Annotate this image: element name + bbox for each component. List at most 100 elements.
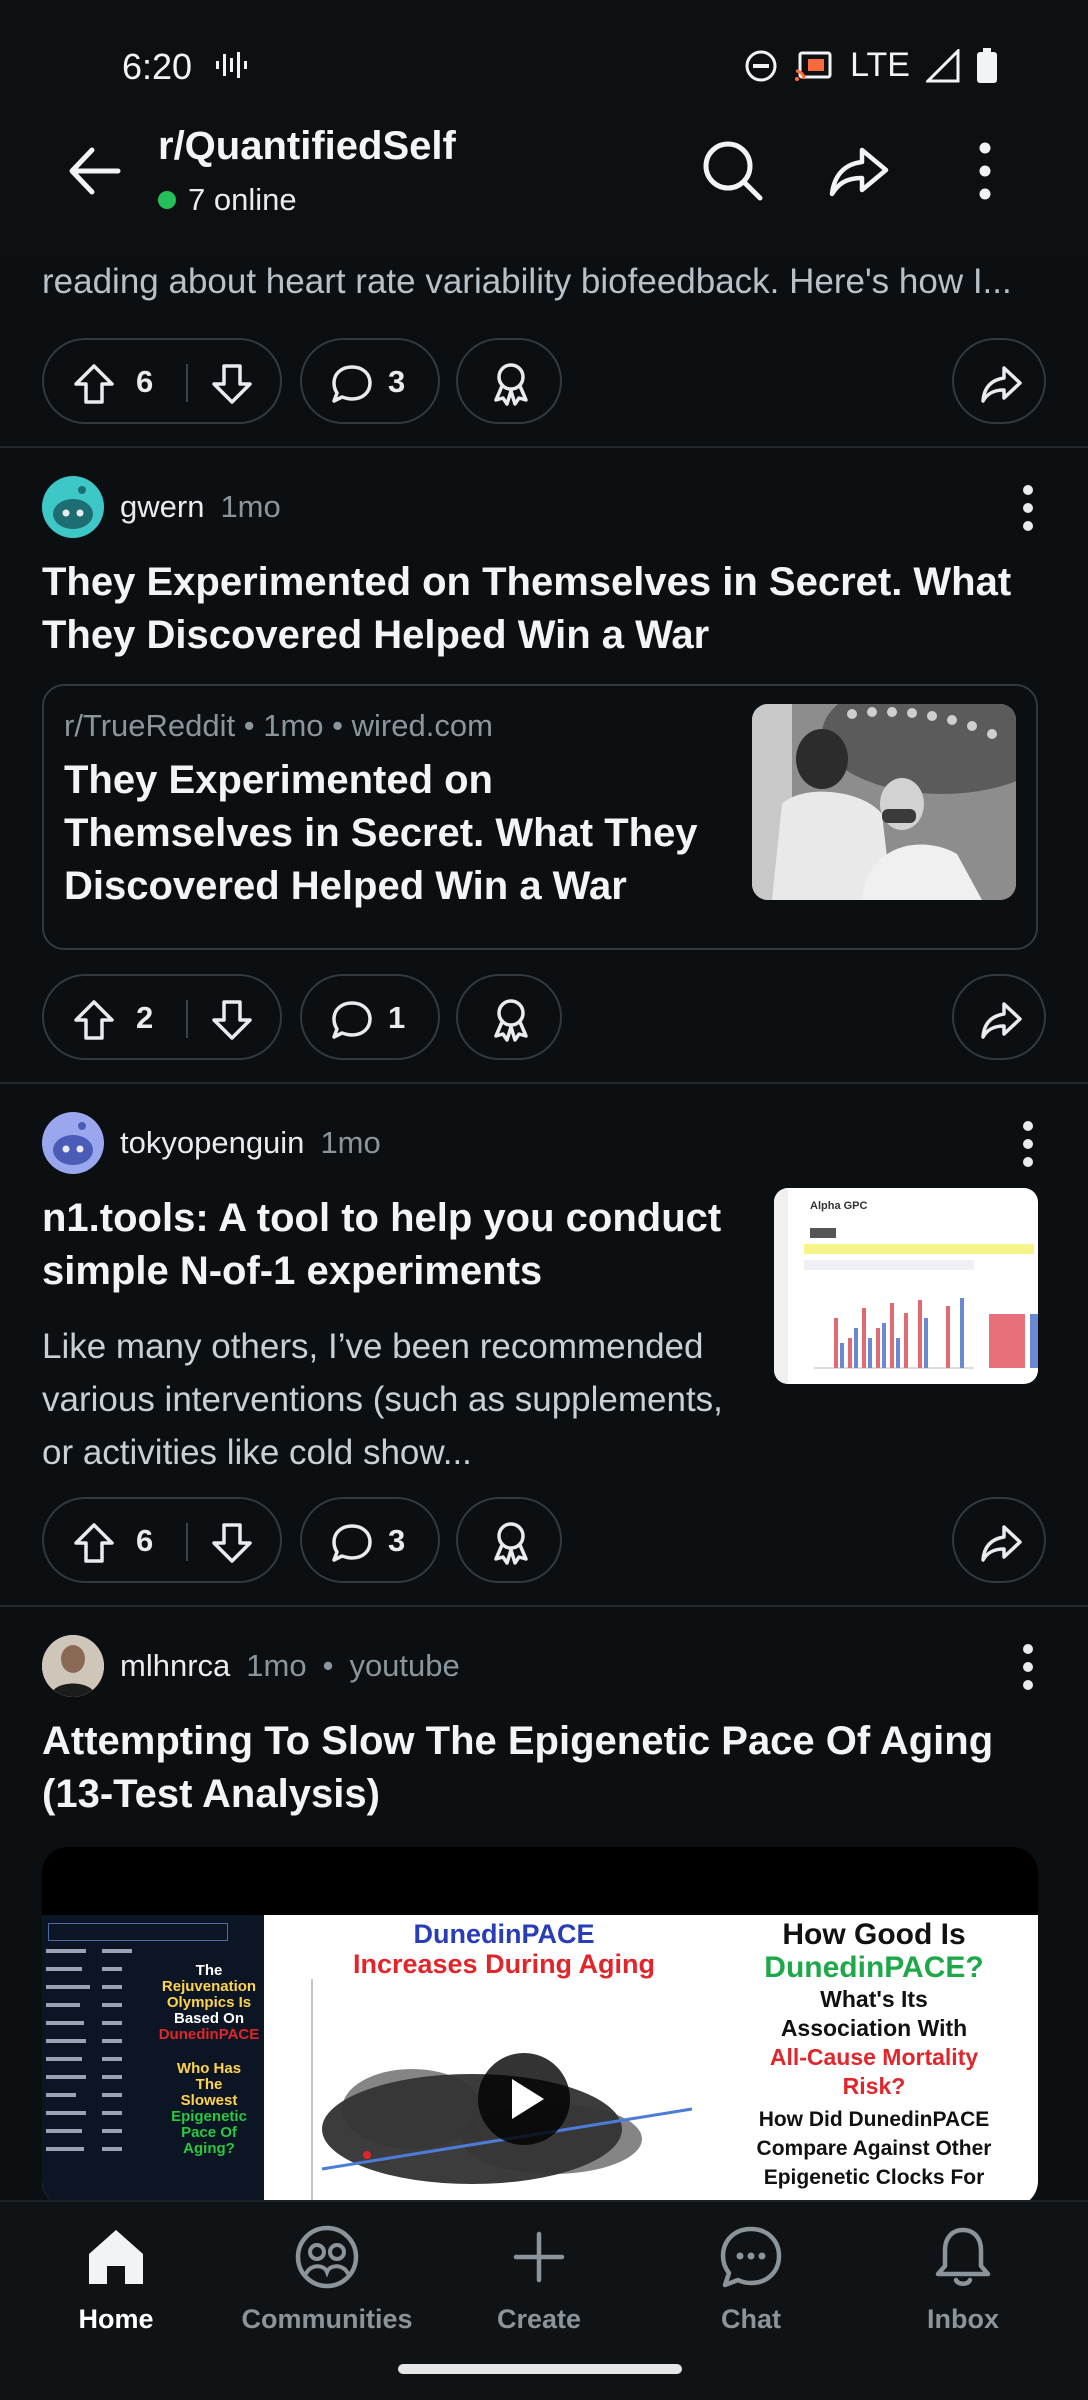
online-count: 7 online <box>158 182 297 218</box>
video-left-line: Slowest <box>180 2092 238 2109</box>
post-author[interactable]: gwern <box>120 489 204 525</box>
video-right-text: How Good Is DunedinPACE? What's Its Asso… <box>710 1919 1038 2192</box>
post-body-snippet[interactable]: reading about heart rate variability bio… <box>42 262 1042 302</box>
nav-inbox[interactable]: Inbox <box>873 2222 1053 2335</box>
video-mid-line: DunedinPACE <box>413 1919 595 1949</box>
back-arrow-icon[interactable] <box>60 136 130 206</box>
post-feed: reading about heart rate variability bio… <box>0 262 1088 2200</box>
post-title[interactable]: Attempting To Slow The Epigenetic Pace O… <box>42 1715 1042 1821</box>
signal-icon <box>926 48 960 82</box>
downvote-icon[interactable] <box>210 1521 254 1565</box>
nav-create[interactable]: Create <box>449 2222 629 2335</box>
share-button[interactable] <box>952 974 1046 1060</box>
award-icon <box>494 363 528 406</box>
avatar[interactable] <box>42 476 104 538</box>
link-preview-card[interactable]: r/TrueReddit • 1mo • wired.com They Expe… <box>42 684 1038 950</box>
battery-icon <box>977 47 997 83</box>
nav-label: Create <box>496 2304 582 2334</box>
search-icon[interactable] <box>698 136 768 206</box>
video-left-line: Epigenetic <box>171 2108 247 2125</box>
post-author[interactable]: mlhnrca <box>120 1648 230 1684</box>
post-meta: mlhnrca 1mo • youtube <box>42 1635 460 1697</box>
link-thumbnail <box>752 704 1016 900</box>
upvote-icon[interactable] <box>72 998 116 1042</box>
video-right-line: Association With <box>780 2015 968 2041</box>
nav-label: Home <box>78 2304 154 2334</box>
vote-separator <box>186 1000 188 1038</box>
vintage-photo-image <box>752 704 1016 900</box>
post-divider <box>0 1605 1088 1607</box>
avatar[interactable] <box>42 1112 104 1174</box>
video-left-panel: The Rejuvenation Olympics Is Based On Du… <box>42 1915 264 2200</box>
nav-label: Chat <box>721 2304 781 2334</box>
online-dot-icon <box>158 191 176 209</box>
table-rows-icon <box>46 1949 132 2151</box>
video-right-line: What's Its <box>820 1986 928 2012</box>
nav-chat[interactable]: Chat <box>661 2222 841 2335</box>
bar-chart-thumbnail-image <box>774 1188 1038 1384</box>
post-age: 1mo <box>320 1125 381 1160</box>
share-button[interactable] <box>952 338 1046 424</box>
comment-bubble-icon <box>332 1001 372 1039</box>
link-domain: wired.com <box>351 708 493 743</box>
post-thumbnail[interactable]: Alpha GPC <box>774 1188 1038 1384</box>
meta-separator: • <box>322 1648 334 1683</box>
video-right-line: Epigenetic Clocks For <box>763 2166 985 2189</box>
nav-communities[interactable]: Communities <box>237 2222 417 2335</box>
video-left-line: Rejuvenation <box>161 1978 257 1995</box>
post-more-icon[interactable] <box>1008 1114 1048 1174</box>
play-icon[interactable] <box>478 2053 570 2145</box>
upvote-icon[interactable] <box>72 1521 116 1565</box>
avatar[interactable] <box>42 1635 104 1697</box>
post-more-icon[interactable] <box>1008 1637 1048 1697</box>
post-actions: 6 3 <box>42 338 1046 424</box>
comment-bubble-icon <box>332 1524 372 1562</box>
award-button[interactable] <box>456 974 562 1060</box>
online-label: 7 online <box>188 182 297 217</box>
upvote-count: 6 <box>136 364 154 399</box>
cast-icon <box>795 51 832 81</box>
subreddit-name[interactable]: r/QuantifiedSelf <box>158 124 456 169</box>
vote-pill: 2 <box>42 974 282 1060</box>
downvote-icon[interactable] <box>210 998 254 1042</box>
network-label: LTE <box>850 46 910 84</box>
award-button[interactable] <box>456 338 562 424</box>
nav-label: Inbox <box>927 2304 999 2334</box>
post-title[interactable]: They Experimented on Themselves in Secre… <box>42 556 1032 662</box>
share-button[interactable] <box>952 1497 1046 1583</box>
post-age: 1mo <box>220 489 281 524</box>
snoo-avatar-icon <box>53 486 93 529</box>
gesture-home-indicator[interactable] <box>398 2364 682 2374</box>
status-icons: LTE <box>744 46 998 85</box>
comment-bubble-icon <box>332 365 372 403</box>
post-divider <box>0 446 1088 448</box>
post-body-snippet[interactable]: Like many others, I’ve been recommended … <box>42 1320 742 1479</box>
downvote-icon[interactable] <box>210 362 254 406</box>
video-right-line: How Did DunedinPACE <box>758 2108 990 2131</box>
comment-count: 3 <box>388 364 406 399</box>
post-actions: 6 3 <box>42 1497 1046 1583</box>
post-author[interactable]: tokyopenguin <box>120 1125 304 1161</box>
video-left-line: Pace Of <box>181 2124 237 2141</box>
share-icon[interactable] <box>824 136 894 206</box>
link-meta: r/TrueReddit • 1mo • wired.com <box>64 708 493 744</box>
post-title[interactable]: n1.tools: A tool to help you conduct sim… <box>42 1192 742 1298</box>
nav-home[interactable]: Home <box>26 2222 206 2335</box>
award-button[interactable] <box>456 1497 562 1583</box>
more-options-icon[interactable] <box>950 136 1020 206</box>
thumbnail-title: Alpha GPC <box>810 1200 868 1212</box>
comments-button[interactable]: 3 <box>300 338 440 424</box>
upvote-icon[interactable] <box>72 362 116 406</box>
post-more-icon[interactable] <box>1008 478 1048 538</box>
video-player[interactable]: The Rejuvenation Olympics Is Based On Du… <box>42 1847 1038 2200</box>
award-icon <box>494 999 528 1042</box>
link-age: 1mo <box>263 708 324 743</box>
comments-button[interactable]: 1 <box>300 974 440 1060</box>
comment-count: 3 <box>388 1523 406 1558</box>
snoo-avatar-icon <box>53 1122 93 1165</box>
comments-button[interactable]: 3 <box>300 1497 440 1583</box>
video-left-line: Who Has <box>176 2060 242 2077</box>
video-right-line: Risk? <box>842 2073 906 2099</box>
user-photo-avatar-icon <box>42 1635 104 1697</box>
share-arrow-icon <box>981 366 1022 403</box>
